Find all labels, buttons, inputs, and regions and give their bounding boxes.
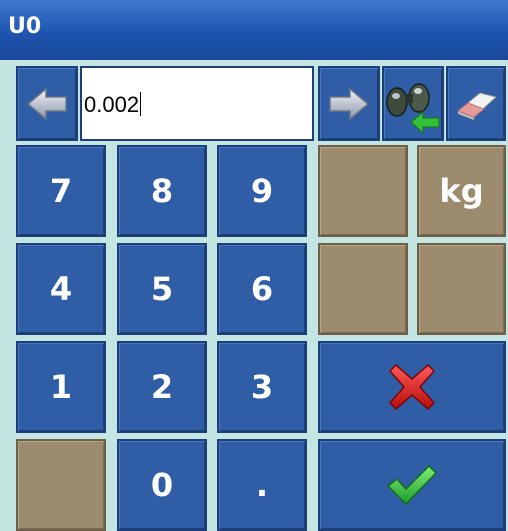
- blank-key-r2c4[interactable]: [318, 243, 408, 335]
- ok-button[interactable]: [318, 439, 506, 531]
- key-3[interactable]: 3: [217, 341, 307, 433]
- arrow-right-icon: [328, 86, 370, 121]
- eraser-icon: [454, 87, 498, 121]
- key-4[interactable]: 4: [16, 243, 106, 335]
- title-bar: U0: [0, 0, 508, 60]
- key-2[interactable]: 2: [117, 341, 207, 433]
- blank-key-r1c4[interactable]: [318, 145, 408, 237]
- arrow-left-icon: [26, 86, 68, 121]
- green-check-icon: [385, 462, 439, 508]
- cursor-left-button[interactable]: [16, 66, 78, 141]
- cancel-button[interactable]: [318, 341, 506, 433]
- find-button[interactable]: [382, 66, 444, 141]
- red-x-icon: [386, 361, 438, 413]
- key-decimal[interactable]: .: [217, 439, 307, 531]
- value-text: 0.002: [84, 92, 142, 117]
- text-caret: [140, 92, 142, 116]
- window-title: U0: [8, 14, 42, 39]
- clear-button[interactable]: [446, 66, 506, 141]
- value-input[interactable]: 0.002: [80, 66, 314, 141]
- blank-key-r2c5[interactable]: [417, 243, 506, 335]
- blank-key-r4c1[interactable]: [16, 439, 106, 531]
- key-9[interactable]: 9: [217, 145, 307, 237]
- key-6[interactable]: 6: [217, 243, 307, 335]
- key-8[interactable]: 8: [117, 145, 207, 237]
- cursor-right-button[interactable]: [318, 66, 380, 141]
- unit-kg-button[interactable]: kg: [417, 145, 506, 237]
- key-7[interactable]: 7: [16, 145, 106, 237]
- key-1[interactable]: 1: [16, 341, 106, 433]
- binoculars-icon: [385, 72, 441, 136]
- key-5[interactable]: 5: [117, 243, 207, 335]
- key-0[interactable]: 0: [117, 439, 207, 531]
